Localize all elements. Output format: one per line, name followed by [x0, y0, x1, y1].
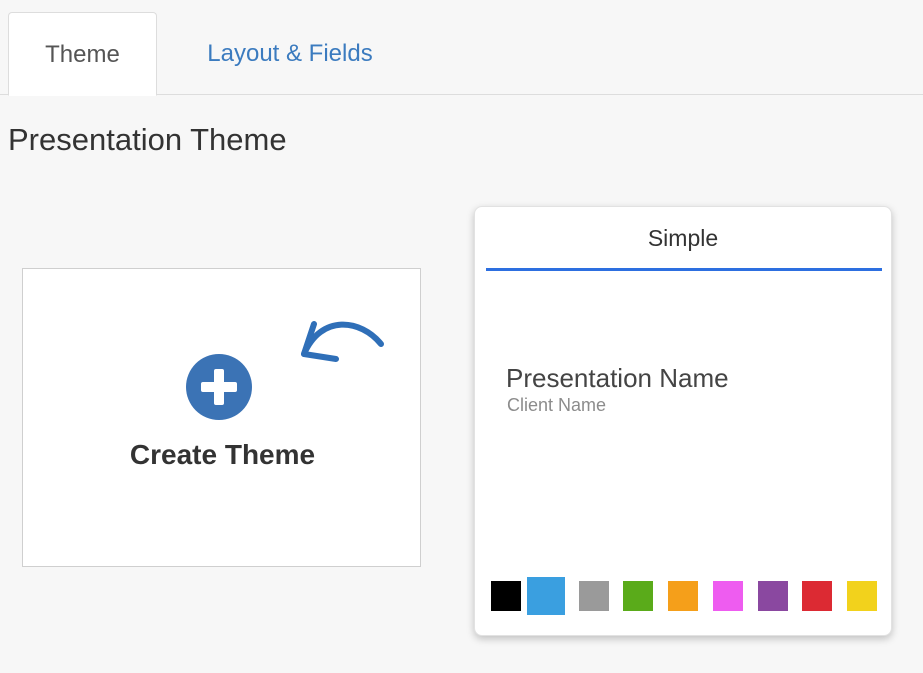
- tab-layout-fields[interactable]: Layout & Fields: [170, 12, 410, 96]
- plus-circle-icon[interactable]: [186, 354, 252, 420]
- color-swatch-purple[interactable]: [758, 581, 788, 611]
- theme-accent-bar: [486, 268, 882, 271]
- create-theme-label: Create Theme: [129, 439, 316, 470]
- color-swatch-orange[interactable]: [668, 581, 698, 611]
- curved-arrow-icon: [301, 321, 384, 362]
- preview-client-name: Client Name: [507, 395, 607, 415]
- color-swatch-yellow[interactable]: [847, 581, 877, 611]
- section-title: Presentation Theme: [8, 122, 287, 157]
- color-swatch-blue[interactable]: [527, 577, 565, 615]
- tab-bar: Theme Layout & Fields: [0, 0, 923, 96]
- color-swatch-gray[interactable]: [579, 581, 609, 611]
- color-swatch-red[interactable]: [802, 581, 832, 611]
- theme-name: Simple: [647, 225, 719, 251]
- color-swatch-black[interactable]: [491, 581, 521, 611]
- create-theme-card[interactable]: Create Theme: [22, 268, 421, 567]
- preview-presentation-name: Presentation Name: [506, 363, 729, 393]
- theme-card-simple[interactable]: Simple Presentation Name Client Name: [474, 206, 892, 636]
- tab-theme[interactable]: Theme: [8, 12, 157, 96]
- color-swatches: [491, 577, 883, 617]
- color-swatch-green[interactable]: [623, 581, 653, 611]
- color-swatch-pink[interactable]: [713, 581, 743, 611]
